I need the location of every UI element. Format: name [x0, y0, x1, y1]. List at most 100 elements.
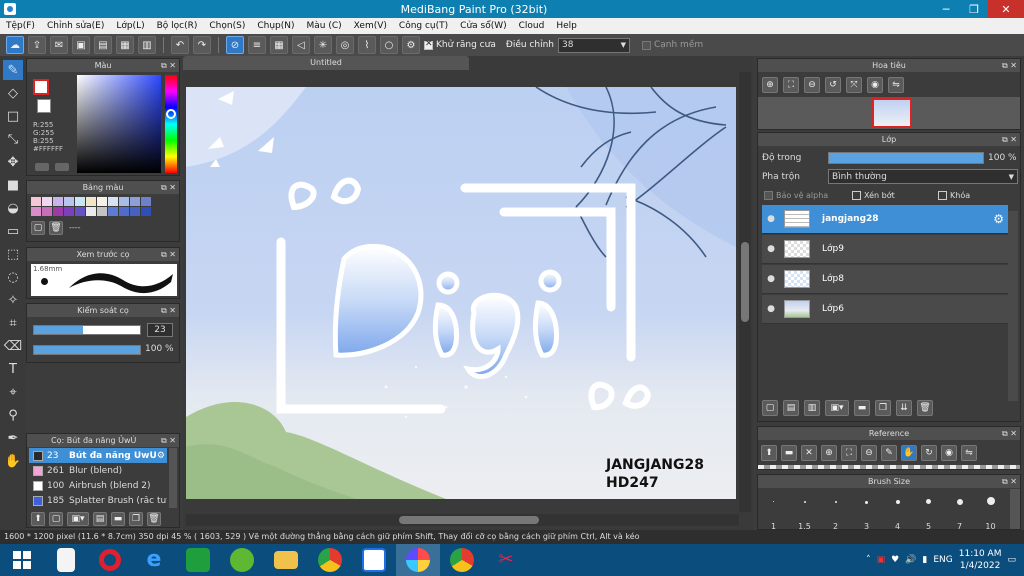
delete-brush-icon[interactable]: 🗑 [147, 512, 161, 526]
zoom-out-icon[interactable]: ⊖ [804, 77, 820, 93]
windows-start-icon[interactable] [0, 544, 44, 576]
system-clock[interactable]: 11:10 AM 1/4/2022 [959, 548, 1002, 572]
minimize-button[interactable]: ─ [932, 0, 960, 18]
blend-mode-dropdown[interactable]: Bình thường ▼ [828, 169, 1018, 184]
gear-icon[interactable]: ⚙ [157, 451, 167, 461]
panel-expand-close-icon[interactable]: ⧉ ✕ [161, 248, 176, 261]
brush-size-scrollbar[interactable] [1010, 489, 1020, 529]
smooth-toggle[interactable]: Cạnh mềm [641, 40, 703, 50]
duplicate-layer-icon[interactable]: ❐ [875, 400, 891, 416]
palette-swatch[interactable] [97, 197, 107, 206]
brush-page-icon[interactable]: ▤ [93, 512, 107, 526]
palette-swatch[interactable] [64, 197, 74, 206]
palette-swatch[interactable] [64, 207, 74, 216]
tray-app-icon[interactable]: ♥ [891, 555, 899, 565]
palette-swatch[interactable] [86, 207, 96, 216]
store-icon[interactable] [176, 544, 220, 576]
green-app-icon[interactable] [220, 544, 264, 576]
panel-expand-close-icon[interactable]: ⧉ ✕ [161, 434, 176, 447]
new-halftone-layer-icon[interactable]: ▤ [783, 400, 799, 416]
new-palette-icon[interactable]: ▢ [31, 221, 45, 235]
new-brush-icon[interactable]: ▢ [49, 512, 63, 526]
palette-swatch[interactable] [75, 207, 85, 216]
medibang-taskbar-icon[interactable] [396, 544, 440, 576]
delete-palette-icon[interactable]: 🗑 [49, 221, 63, 235]
visibility-icon[interactable]: ● [762, 304, 780, 314]
palette-swatch[interactable] [119, 197, 129, 206]
brush-list-item[interactable]: 100 Airbrush (blend 2) [29, 478, 167, 493]
brush-list-item[interactable]: 185 Splatter Brush (rắc tuyết) [29, 493, 167, 508]
layer-row[interactable]: ● Lớp6 [762, 295, 1008, 324]
volume-icon[interactable]: 🔊 [905, 555, 916, 565]
brush-size-preset[interactable]: 1 [758, 489, 789, 533]
panel-expand-close-icon[interactable]: ⧉ ✕ [1002, 475, 1017, 488]
reference-zoom-in-icon[interactable]: ⊕ [821, 445, 837, 461]
antialias-toggle[interactable]: Khử răng cưa [424, 39, 496, 50]
brush-size-preset[interactable]: 1.5 [789, 489, 820, 533]
circle-snap-icon[interactable]: ◎ [336, 36, 354, 54]
clipping-toggle[interactable]: Xén bớt [852, 191, 895, 200]
brush-list-scrollbar[interactable] [169, 448, 177, 508]
fill-rect-tool-icon[interactable]: ■ [3, 175, 23, 195]
brush-folder-icon[interactable]: ▬ [111, 512, 125, 526]
vanishing-snap-icon[interactable]: ◁ [292, 36, 310, 54]
menu-view[interactable]: Xem(V) [348, 21, 393, 31]
menu-help[interactable]: Help [550, 21, 583, 31]
tray-app-icon[interactable]: ▣ [877, 555, 886, 565]
brush-size-preset[interactable]: 3 [851, 489, 882, 533]
bucket-tool-icon[interactable]: ◒ [3, 198, 23, 218]
chrome-icon[interactable] [308, 544, 352, 576]
panel-expand-close-icon[interactable]: ⧉ ✕ [1002, 59, 1017, 72]
new-8bit-layer-icon[interactable]: ▥ [804, 400, 820, 416]
lock-checkbox[interactable] [938, 191, 947, 200]
palette-swatch[interactable] [108, 197, 118, 206]
palette-swatch[interactable] [130, 197, 140, 206]
rectangle-tool-icon[interactable]: □ [3, 106, 23, 126]
palette-swatch[interactable] [86, 197, 96, 206]
palette-swatch[interactable] [42, 207, 52, 216]
new-layer-icon[interactable]: ▢ [762, 400, 778, 416]
artwork-canvas[interactable]: JANGJANG28 HD247 [186, 87, 736, 499]
brush-size-preset[interactable]: 7 [944, 489, 975, 533]
add-layer-menu-icon[interactable]: ▣▾ [825, 400, 849, 416]
merge-layer-icon[interactable]: ⇊ [896, 400, 912, 416]
palette-swatch[interactable] [108, 207, 118, 216]
delete-layer-icon[interactable]: 🗑 [917, 400, 933, 416]
flip-horizontal-icon[interactable]: ⇋ [888, 77, 904, 93]
input-language[interactable]: ENG [933, 555, 952, 565]
brush-menu-icon[interactable]: ▣▾ [67, 512, 89, 526]
grid-icon[interactable]: ▦ [116, 36, 134, 54]
canvas-vertical-scrollbar[interactable] [739, 72, 751, 512]
menu-snap[interactable]: Chụp(N) [251, 21, 300, 31]
palette-swatch[interactable] [141, 207, 151, 216]
panel-expand-close-icon[interactable]: ⧉ ✕ [161, 304, 176, 317]
palette-swatch[interactable] [75, 197, 85, 206]
lasso-tool-icon[interactable]: ◌ [3, 267, 23, 287]
menu-tools[interactable]: Công cụ(T) [393, 21, 454, 31]
menu-window[interactable]: Cửa sổ(W) [454, 21, 512, 31]
share-icon[interactable]: ⇪ [28, 36, 46, 54]
move-tool-icon[interactable]: ✥ [3, 152, 23, 172]
palette-swatch[interactable] [53, 197, 63, 206]
brush-size-preset[interactable]: 5 [913, 489, 944, 533]
divide-tool-icon[interactable]: ⌖ [3, 382, 23, 402]
zoom-fit-icon[interactable]: ⛶ [783, 77, 799, 93]
select-tool-icon[interactable]: ⬚ [3, 244, 23, 264]
maximize-button[interactable]: ❐ [960, 0, 988, 18]
edge-icon[interactable]: e [132, 544, 176, 576]
undo-icon[interactable]: ↶ [171, 36, 189, 54]
reference-reset-icon[interactable]: ◉ [941, 445, 957, 461]
reference-rotate-icon[interactable]: ↻ [921, 445, 937, 461]
reference-close-icon[interactable]: ✕ [801, 445, 817, 461]
menu-edit[interactable]: Chỉnh sửa(E) [41, 21, 110, 31]
layer-row[interactable]: ● Lớp8 [762, 265, 1008, 294]
tray-arrow-icon[interactable]: ˄ [866, 555, 871, 565]
reference-hand-icon[interactable]: ✋ [901, 445, 917, 461]
eyedropper-tool-icon[interactable]: ⚲ [3, 405, 23, 425]
foreground-color-swatch[interactable] [33, 79, 49, 95]
pen-tool-icon[interactable]: ✒ [3, 428, 23, 448]
reference-pick-icon[interactable]: ✎ [881, 445, 897, 461]
snap-off-icon[interactable]: ⊘ [226, 36, 244, 54]
layer-list-scrollbar[interactable] [1008, 211, 1018, 401]
reference-zoom-out-icon[interactable]: ⊖ [861, 445, 877, 461]
